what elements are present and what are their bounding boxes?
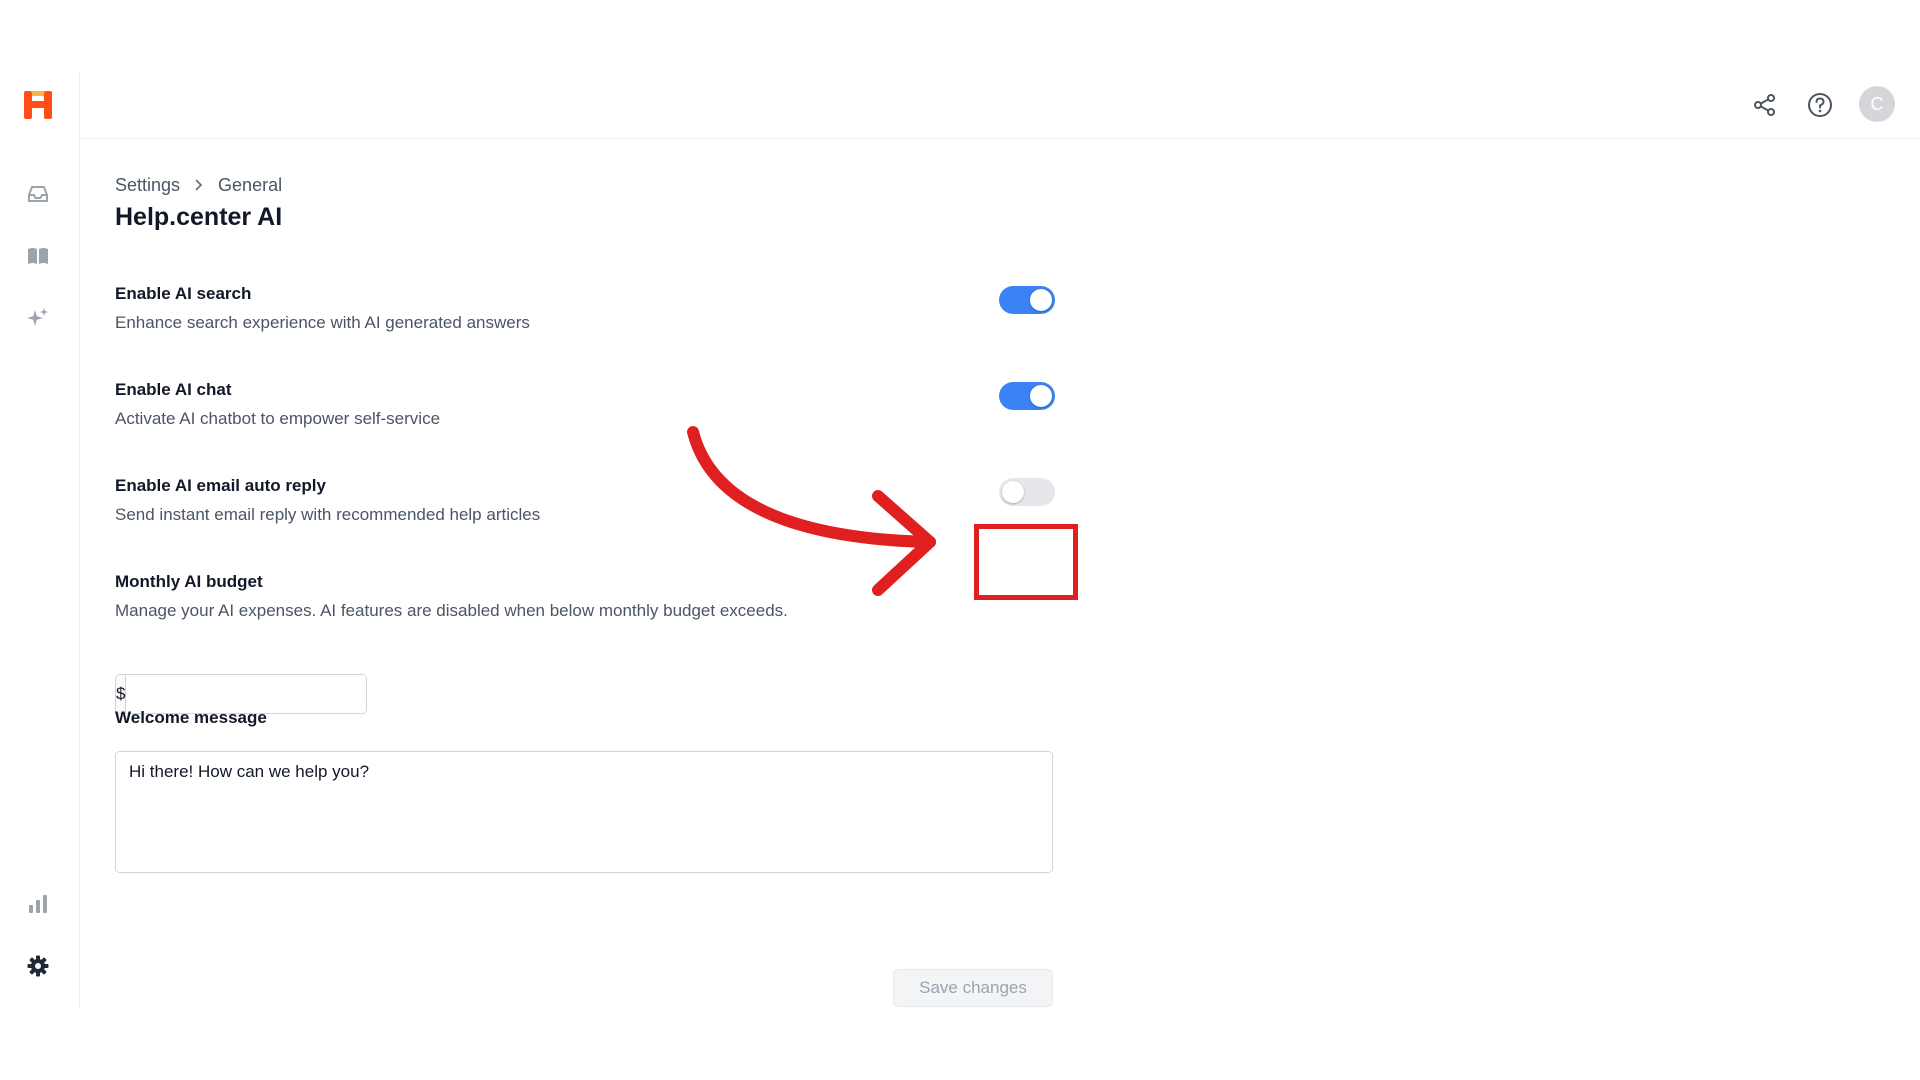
setting-ai-email: Enable AI email auto reply Send instant … <box>115 476 1055 525</box>
setting-title: Enable AI search <box>115 284 252 303</box>
gear-icon <box>27 955 49 977</box>
setting-welcome: Welcome message Hi there! How can we hel… <box>115 708 1055 873</box>
app-logo[interactable] <box>21 88 55 122</box>
setting-title: Monthly AI budget <box>115 572 263 591</box>
sidebar-item-knowledge-base[interactable] <box>22 240 54 272</box>
bar-chart-icon <box>29 895 47 913</box>
setting-title: Welcome message <box>115 708 267 727</box>
page-title: Help.center AI <box>115 203 283 231</box>
setting-title: Enable AI email auto reply <box>115 476 326 495</box>
sidebar-item-ai[interactable] <box>22 302 54 334</box>
inbox-icon <box>28 186 48 202</box>
sidebar <box>0 72 80 1008</box>
setting-description: Send instant email reply with recommende… <box>115 505 541 524</box>
breadcrumb-general-link[interactable]: General <box>218 175 282 196</box>
share-icon <box>1754 94 1775 116</box>
sidebar-item-settings[interactable] <box>22 950 54 982</box>
save-button[interactable]: Save changes <box>893 969 1053 1007</box>
sidebar-item-inbox[interactable] <box>22 178 54 210</box>
ai-search-toggle[interactable] <box>999 286 1055 314</box>
help-icon <box>1808 93 1832 117</box>
setting-description: Activate AI chatbot to empower self-serv… <box>115 409 441 428</box>
h-logo-icon <box>24 91 52 119</box>
setting-ai-search: Enable AI search Enhance search experien… <box>115 284 1055 333</box>
ai-chat-toggle[interactable] <box>999 382 1055 410</box>
setting-description: Enhance search experience with AI genera… <box>115 313 530 332</box>
setting-ai-chat: Enable AI chat Activate AI chatbot to em… <box>115 380 1055 429</box>
app-frame: C Settings General Help.center AI Enable… <box>0 72 1920 1008</box>
toggle-knob <box>1030 289 1052 311</box>
toggle-knob <box>1030 385 1052 407</box>
main-content: Settings General Help.center AI Enable A… <box>115 172 1055 1007</box>
ai-email-toggle[interactable] <box>999 478 1055 506</box>
book-icon <box>28 248 48 264</box>
sparkles-icon <box>27 308 48 326</box>
breadcrumb: Settings General <box>115 172 1055 198</box>
help-button[interactable] <box>1803 88 1837 122</box>
welcome-message-textarea[interactable]: Hi there! How can we help you? <box>115 751 1053 873</box>
sidebar-item-reports[interactable] <box>22 888 54 920</box>
avatar[interactable]: C <box>1859 86 1895 122</box>
top-header: C <box>80 72 1920 139</box>
setting-budget: Monthly AI budget Manage your AI expense… <box>115 572 1055 714</box>
setting-description: Manage your AI expenses. AI features are… <box>115 601 788 620</box>
chevron-right-icon <box>194 178 204 192</box>
share-button[interactable] <box>1748 88 1782 122</box>
setting-title: Enable AI chat <box>115 380 232 399</box>
toggle-knob <box>1002 481 1024 503</box>
breadcrumb-settings-link[interactable]: Settings <box>115 175 180 196</box>
